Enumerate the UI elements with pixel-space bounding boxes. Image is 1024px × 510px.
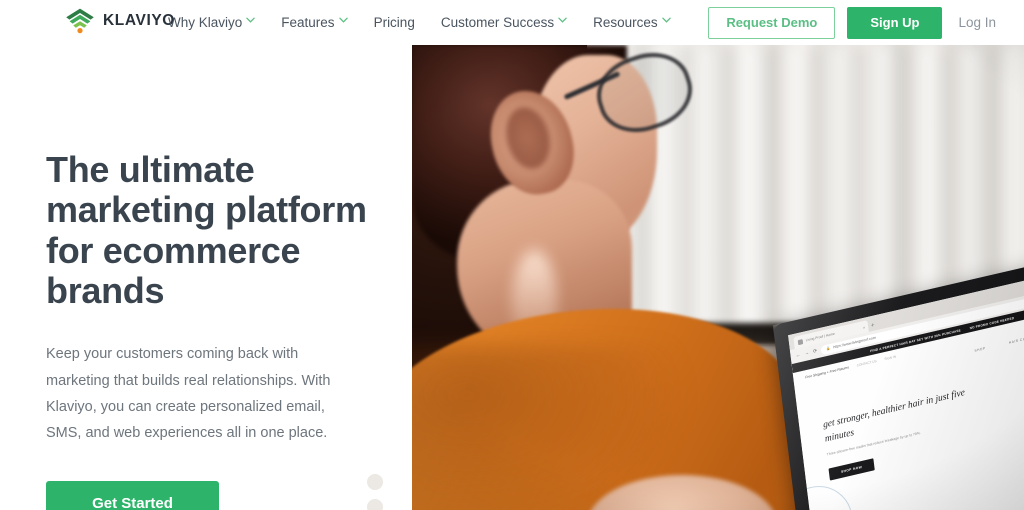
chevron-down-icon	[661, 17, 671, 26]
nav-item-customer-success[interactable]: Customer Success	[441, 15, 581, 30]
arrow-right-icon[interactable]: →	[804, 350, 810, 357]
page-root: KLAVIYO Why Klaviyo Features Pricing Cus…	[0, 0, 1024, 510]
header-actions: Request Demo Sign Up Log In	[708, 0, 1006, 45]
chevron-down-icon	[246, 17, 256, 26]
chevron-down-icon	[338, 17, 348, 26]
site-nav-quiz[interactable]: HAIR CARE QUIZ	[1009, 333, 1024, 345]
primary-navigation: Why Klaviyo Features Pricing Customer Su…	[168, 0, 685, 45]
request-demo-button[interactable]: Request Demo	[708, 6, 836, 39]
hero-image: Living Proof | Home × + ← → ⟳ 🔒 https://…	[412, 45, 1024, 510]
site-utility-link-signin[interactable]: SIGN IN	[884, 354, 896, 361]
site-utility-link-contact[interactable]: CONTACT US	[856, 358, 876, 367]
sign-up-button[interactable]: Sign Up	[847, 6, 943, 39]
nav-label: Pricing	[373, 15, 415, 30]
nav-item-pricing[interactable]: Pricing	[374, 15, 429, 30]
hero-image-scene: Living Proof | Home × + ← → ⟳ 🔒 https://…	[412, 45, 1024, 510]
site-shop-now-button[interactable]: SHOP NOW	[828, 458, 875, 481]
site-nav-shop[interactable]: SHOP	[974, 346, 986, 353]
logo-wordmark: KLAVIYO	[103, 12, 175, 29]
carousel-dot[interactable]	[367, 474, 383, 490]
nav-label: Resources	[593, 15, 658, 30]
site-cta-label: SHOP NOW	[840, 464, 863, 474]
lock-icon: 🔒	[825, 346, 831, 352]
nav-label: Why Klaviyo	[168, 15, 243, 30]
klaviyo-logo[interactable]: KLAVIYO	[64, 6, 175, 36]
hero-title: The ultimate marketing platform for ecom…	[46, 149, 367, 311]
arrow-left-icon[interactable]: ←	[795, 352, 801, 359]
browser-tab-title: Living Proof | Home	[805, 331, 835, 343]
nav-item-why-klaviyo[interactable]: Why Klaviyo	[168, 15, 269, 30]
carousel-dots	[367, 474, 411, 510]
klaviyo-arcs-logo-icon	[64, 8, 96, 34]
nav-item-features[interactable]: Features	[281, 15, 361, 30]
chevron-down-icon	[558, 17, 567, 26]
carousel-dot[interactable]	[367, 499, 383, 510]
close-icon[interactable]: ×	[863, 324, 866, 330]
plus-icon[interactable]: +	[871, 323, 875, 332]
nav-label: Features	[281, 15, 335, 30]
nav-label: Customer Success	[440, 15, 555, 30]
log-in-link[interactable]: Log In	[958, 15, 996, 30]
nav-item-resources[interactable]: Resources	[593, 15, 685, 30]
hero-content: The ultimate marketing platform for ecom…	[46, 149, 386, 510]
hero-subtitle: Keep your customers coming back with mar…	[46, 346, 331, 442]
site-header: KLAVIYO Why Klaviyo Features Pricing Cus…	[0, 0, 1024, 45]
reload-icon[interactable]: ⟳	[813, 348, 818, 355]
get-started-button[interactable]: Get Started	[46, 480, 219, 510]
favicon-icon	[797, 338, 804, 345]
